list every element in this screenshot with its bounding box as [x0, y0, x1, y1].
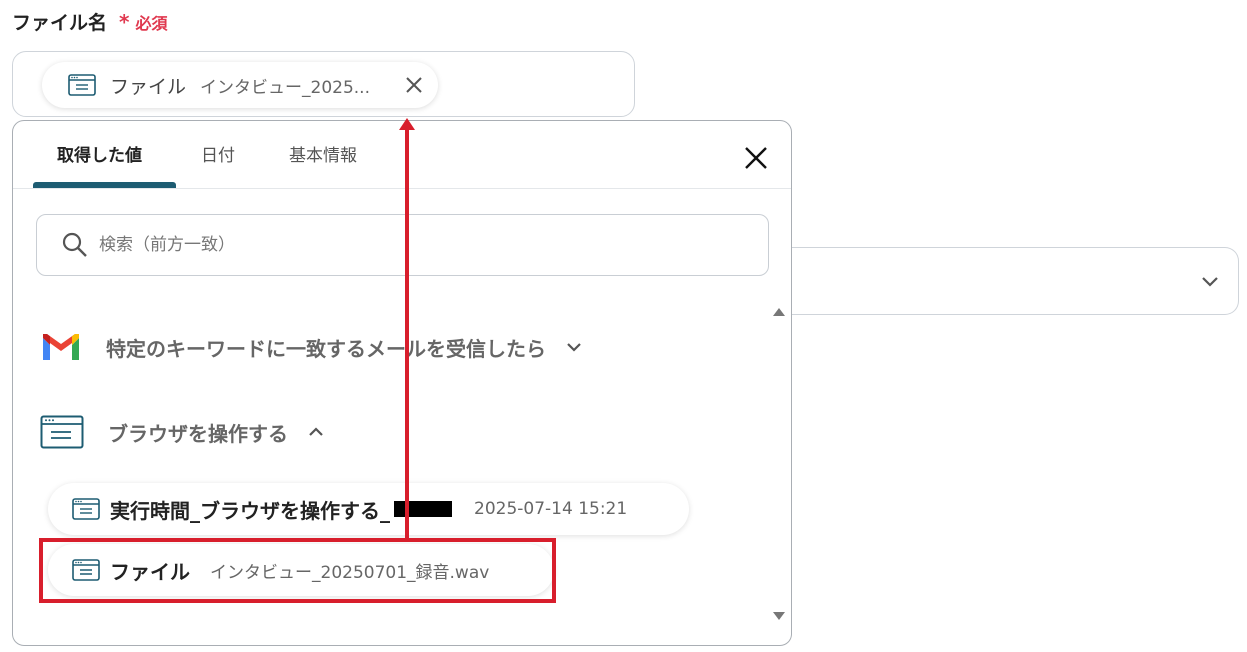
picker-tabs: 取得した値 日付 基本情報 [33, 121, 773, 189]
search-box[interactable] [36, 214, 769, 276]
item-value: 2025-07-14 15:21 [474, 499, 628, 519]
browser-icon [72, 498, 100, 520]
annotation-arrow-line [405, 128, 409, 541]
required-asterisk: * [119, 9, 130, 34]
browser-icon [40, 415, 84, 449]
highlight-box [39, 538, 556, 603]
close-icon[interactable] [744, 146, 768, 170]
item-title: 実行時間_ブラウザを操作する_ [110, 498, 390, 523]
scroll-down-icon[interactable] [772, 611, 786, 621]
chevron-up-icon [309, 427, 323, 436]
field-label-text: ファイル名 [12, 12, 108, 34]
gmail-icon [43, 334, 79, 360]
group-label: ブラウザを操作する [108, 421, 288, 446]
group-browser-action[interactable]: ブラウザを操作する [40, 410, 324, 454]
group-label: 特定のキーワードに一致するメールを受信したら [106, 336, 546, 361]
group-gmail-trigger[interactable]: 特定のキーワードに一致するメールを受信したら [40, 325, 582, 369]
close-icon[interactable] [404, 75, 424, 95]
background-select[interactable] [780, 247, 1239, 315]
tab-acquired-values[interactable]: 取得した値 [57, 121, 142, 189]
chip-value: インタビュー_2025... [200, 77, 370, 98]
scroll-up-icon[interactable] [772, 307, 786, 317]
annotation-arrow-head [399, 118, 415, 130]
chevron-down-icon [1202, 277, 1218, 287]
search-icon [62, 232, 87, 257]
search-input[interactable] [97, 234, 701, 256]
required-text: 必須 [135, 13, 168, 33]
tabs-divider [13, 188, 791, 189]
tab-basic-info[interactable]: 基本情報 [289, 121, 357, 189]
chevron-down-icon [567, 343, 581, 352]
chip-title: ファイル [110, 75, 187, 98]
browser-icon [68, 74, 96, 96]
redacted-block [394, 501, 452, 517]
tab-date[interactable]: 日付 [201, 121, 235, 189]
selected-value-chip[interactable]: ファイル インタビュー_2025... [42, 62, 438, 108]
list-item-execution-time[interactable]: 実行時間_ブラウザを操作する_ 2025-07-14 15:21 [48, 483, 689, 535]
field-label: ファイル名 * 必須 [12, 8, 168, 35]
